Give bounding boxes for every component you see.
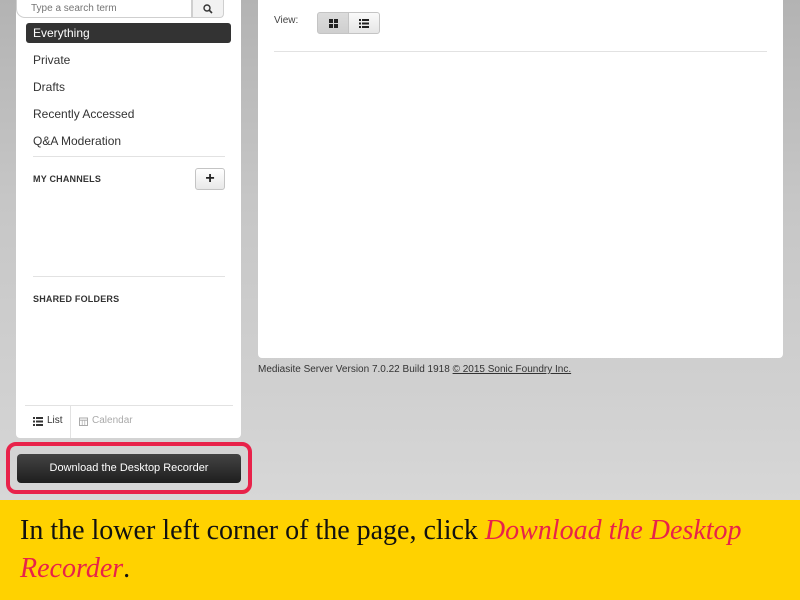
search-button[interactable]: [192, 0, 224, 18]
divider: [274, 51, 767, 52]
divider: [33, 156, 225, 157]
divider: [33, 276, 225, 277]
footer-version: Mediasite Server Version 7.0.22 Build 19…: [258, 364, 450, 375]
nav-item-recently-accessed[interactable]: Recently Accessed: [26, 104, 231, 124]
search-icon: [203, 3, 213, 14]
nav-item-drafts[interactable]: Drafts: [26, 77, 231, 97]
tab-list[interactable]: List: [33, 414, 63, 428]
instruction-banner: In the lower left corner of the page, cl…: [0, 500, 800, 600]
my-channels-heading: MY CHANNELS: [33, 174, 102, 184]
instruction-suffix: .: [123, 553, 131, 584]
list-icon: [359, 18, 369, 28]
view-label: View:: [274, 15, 299, 26]
shared-folders-heading: SHARED FOLDERS: [33, 294, 120, 304]
download-desktop-recorder-button[interactable]: Download the Desktop Recorder: [17, 454, 241, 483]
main-panel: [258, 0, 783, 358]
list-icon: [33, 416, 43, 426]
divider: [25, 405, 233, 406]
footer-copyright-link[interactable]: © 2015 Sonic Foundry Inc.: [453, 364, 572, 375]
grid-view-button[interactable]: [317, 12, 349, 34]
list-view-button[interactable]: [348, 12, 380, 34]
instruction-text: In the lower left corner of the page, cl…: [20, 515, 485, 546]
grid-icon: [328, 18, 338, 28]
add-channel-button[interactable]: +: [195, 168, 225, 190]
tab-separator: [70, 406, 71, 438]
footer: Mediasite Server Version 7.0.22 Build 19…: [258, 364, 571, 375]
nav-item-everything[interactable]: Everything: [26, 23, 231, 43]
search-input[interactable]: [16, 0, 192, 18]
tab-calendar[interactable]: Calendar: [79, 414, 133, 428]
tab-calendar-label: Calendar: [92, 415, 133, 426]
tab-list-label: List: [47, 415, 63, 426]
nav-item-private[interactable]: Private: [26, 50, 231, 70]
calendar-icon: [79, 417, 88, 426]
nav-item-qa-moderation[interactable]: Q&A Moderation: [26, 131, 231, 151]
